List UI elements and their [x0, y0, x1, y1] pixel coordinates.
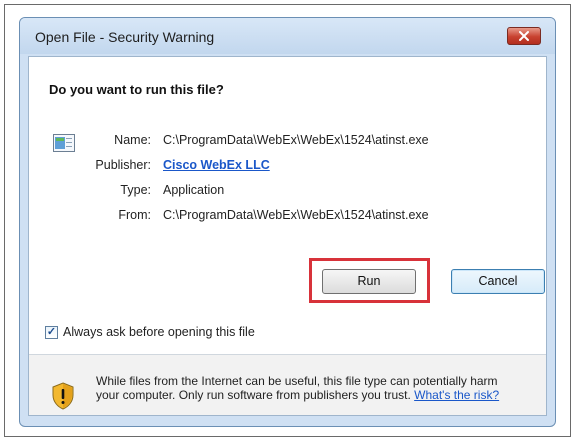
- type-row: Type: Application: [71, 183, 501, 201]
- close-icon: [519, 31, 529, 41]
- publisher-label: Publisher:: [95, 158, 151, 172]
- title-bar: Open File - Security Warning: [20, 18, 555, 54]
- warning-text: While files from the Internet can be use…: [96, 374, 516, 402]
- from-value: C:\ProgramData\WebEx\WebEx\1524\atinst.e…: [163, 208, 429, 222]
- dialog-content: Do you want to run this file? Name: C:\P…: [28, 56, 547, 416]
- publisher-link[interactable]: Cisco WebEx LLC: [163, 158, 270, 172]
- always-ask-checkbox-label: Always ask before opening this file: [63, 325, 255, 339]
- type-value: Application: [163, 183, 225, 197]
- name-row: Name: C:\ProgramData\WebEx\WebEx\1524\at…: [71, 133, 501, 151]
- warning-footer: While files from the Internet can be use…: [29, 355, 546, 415]
- dialog-title: Open File - Security Warning: [35, 29, 215, 45]
- publisher-row: Publisher: Cisco WebEx LLC: [71, 158, 501, 176]
- cancel-button[interactable]: Cancel: [451, 269, 545, 294]
- always-ask-checkbox[interactable]: ✓: [45, 326, 58, 339]
- dialog-question: Do you want to run this file?: [49, 82, 224, 97]
- from-row: From: C:\ProgramData\WebEx\WebEx\1524\at…: [71, 208, 501, 226]
- whats-the-risk-link[interactable]: What's the risk?: [414, 388, 499, 402]
- security-shield-icon: [52, 382, 74, 410]
- name-label: Name:: [114, 133, 151, 147]
- close-button[interactable]: [507, 27, 541, 45]
- name-value: C:\ProgramData\WebEx\WebEx\1524\atinst.e…: [163, 133, 429, 147]
- from-label: From:: [118, 208, 151, 222]
- security-warning-dialog: Open File - Security Warning Do you want…: [19, 17, 556, 427]
- type-label: Type:: [120, 183, 151, 197]
- run-button-highlight: [309, 258, 430, 303]
